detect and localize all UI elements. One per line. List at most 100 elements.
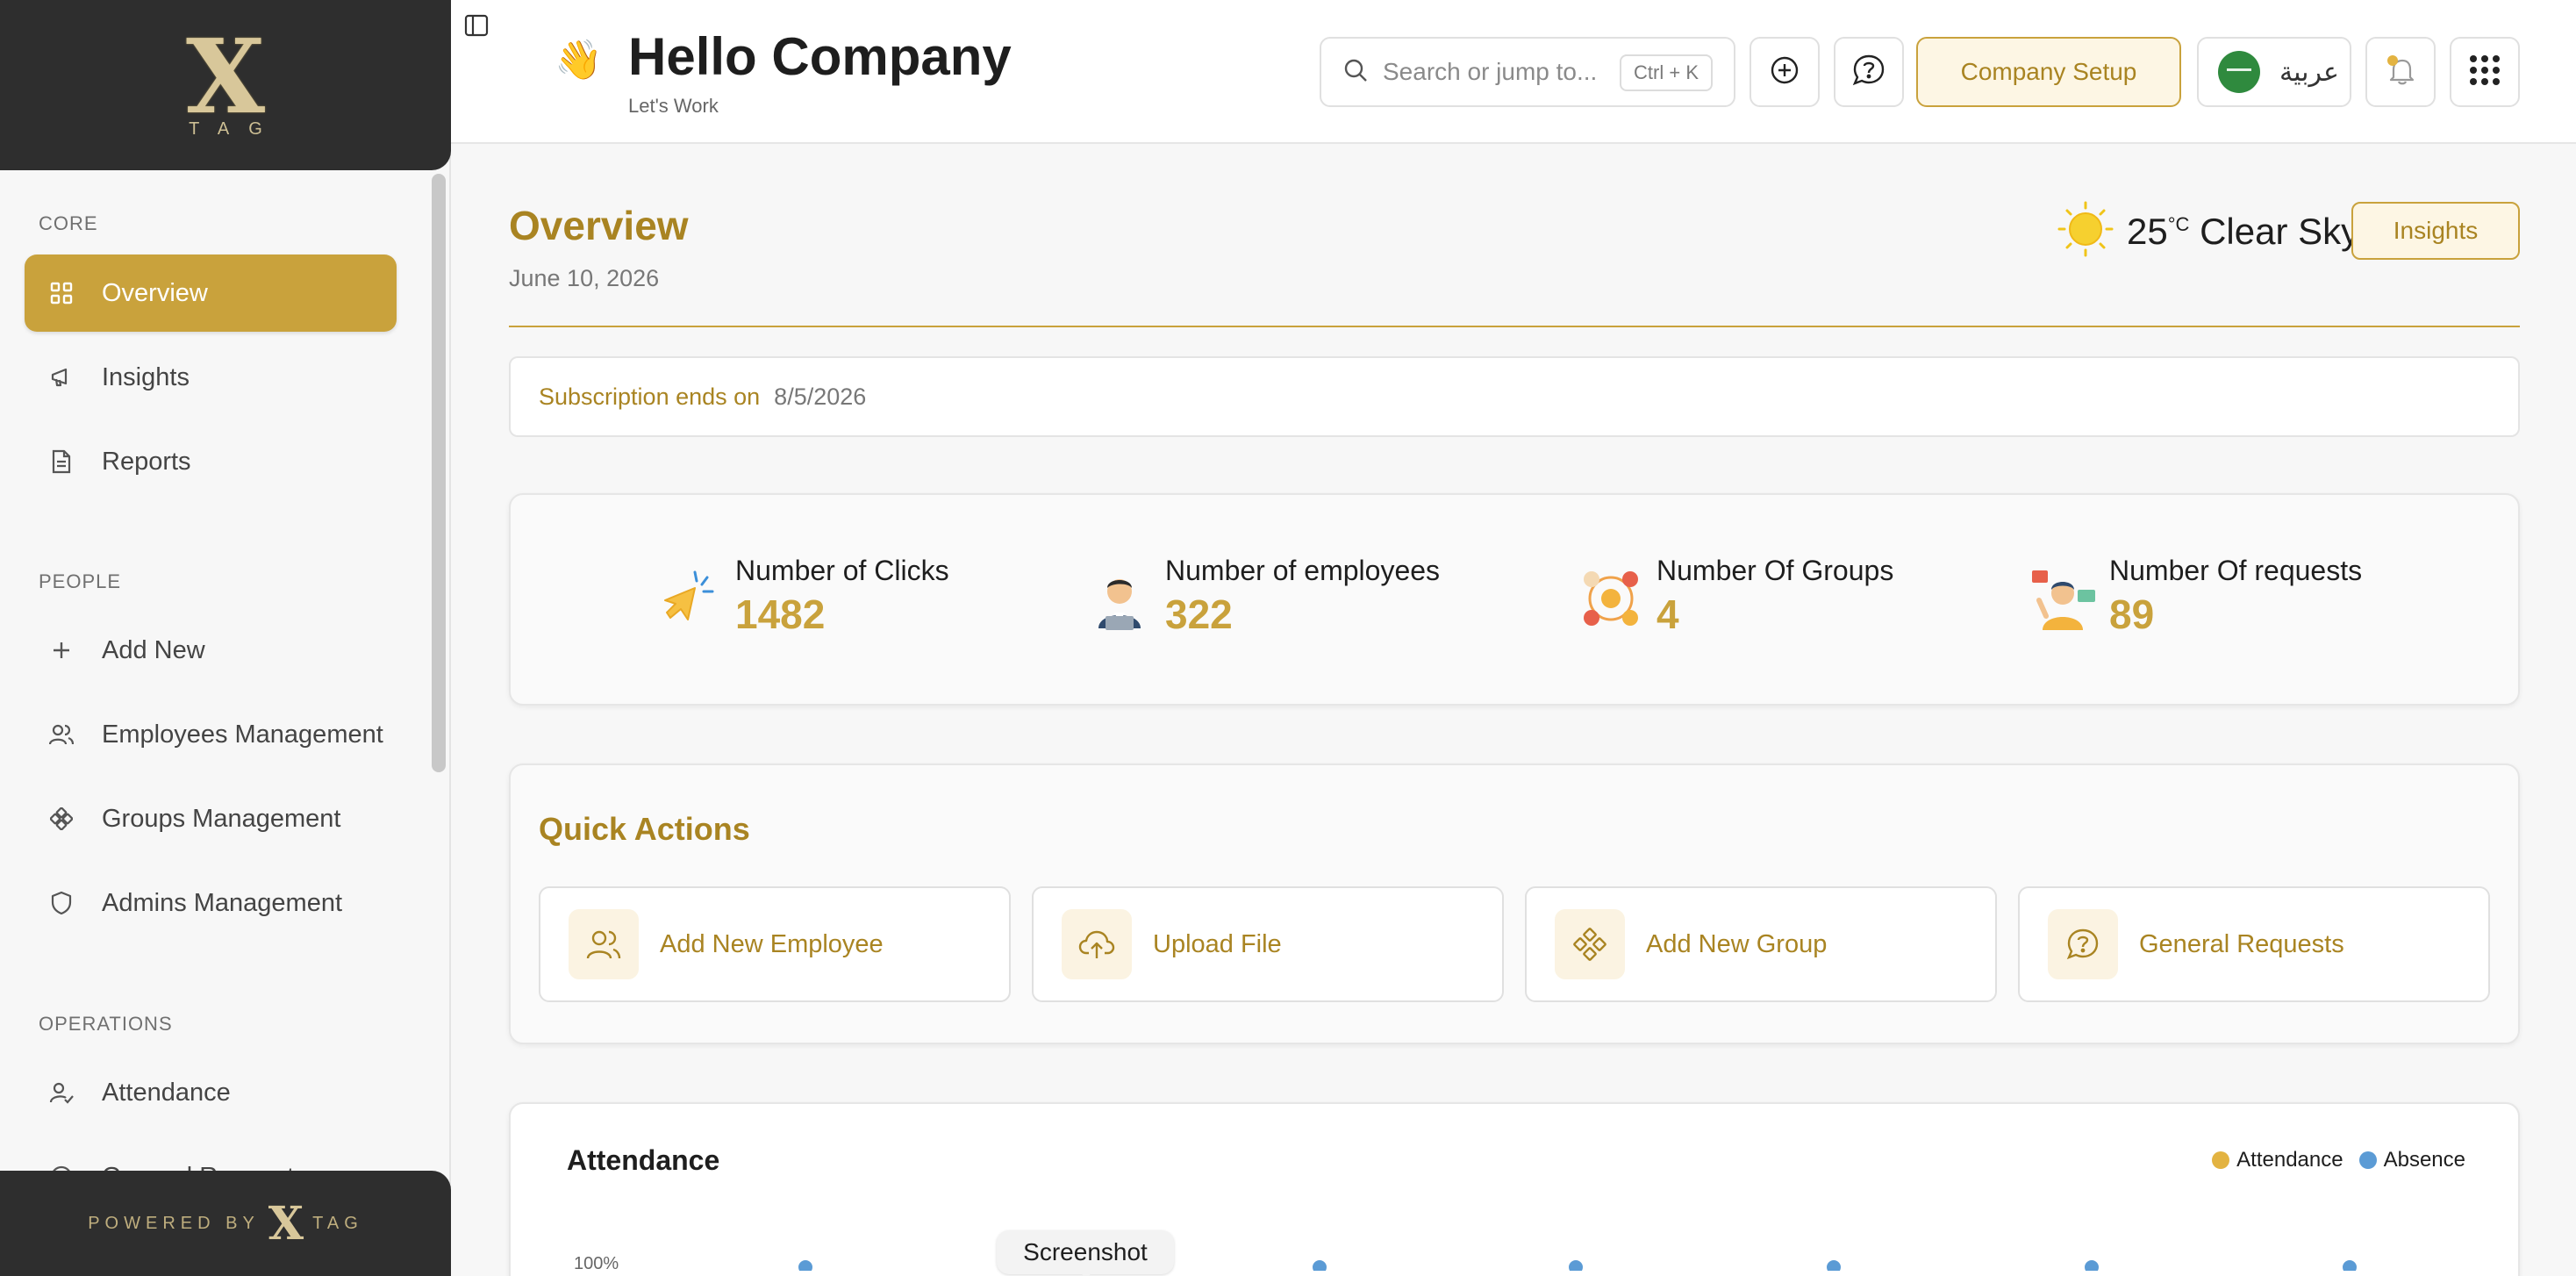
stat-clicks: Number of Clicks 1482 <box>656 555 949 638</box>
sidebar-item-general-requests[interactable]: General Requests <box>25 1138 397 1171</box>
legend-dot-absence <box>2358 1151 2377 1169</box>
help-chat-icon <box>1851 53 1886 92</box>
quick-action-label: Add New Group <box>1646 929 1828 958</box>
sidebar-item-groups-management[interactable]: Groups Management <box>25 780 397 857</box>
powered-by-mark: X <box>268 1196 304 1251</box>
sidebar-item-label: Groups Management <box>102 804 341 833</box>
sidebar: X TAG CORE Overview Insights Reports PEO… <box>0 0 451 1276</box>
header-divider <box>509 326 2520 327</box>
sidebar-item-attendance[interactable]: Attendance <box>25 1054 397 1131</box>
sidebar-item-label: General Requests <box>102 1163 307 1172</box>
section-label-core: CORE <box>39 212 98 234</box>
stat-label: Number of employees <box>1165 555 1441 586</box>
apps-menu-button[interactable] <box>2450 37 2520 107</box>
notifications-button[interactable] <box>2365 37 2436 107</box>
powered-by-word: TAG <box>312 1213 363 1233</box>
section-label-people: PEOPLE <box>39 570 122 592</box>
sidebar-toggle-icon[interactable] <box>463 12 490 43</box>
sidebar-item-label: Employees Management <box>102 720 383 749</box>
stat-value: 322 <box>1165 591 1233 637</box>
sidebar-item-overview[interactable]: Overview <box>25 254 397 332</box>
legend-dot-attendance <box>2212 1151 2230 1169</box>
sidebar-nav: CORE Overview Insights Reports PEOPLE Ad <box>0 170 425 1171</box>
sidebar-item-reports[interactable]: Reports <box>25 423 397 500</box>
users-icon <box>49 722 74 747</box>
attendance-title: Attendance <box>567 1144 720 1176</box>
logo-mark: X <box>185 17 265 137</box>
stat-value: 89 <box>2109 591 2155 637</box>
plus-circle-icon <box>1770 55 1800 90</box>
absence-point <box>798 1260 812 1271</box>
help-circle-icon <box>2048 909 2118 979</box>
stat-label: Number Of Groups <box>1657 555 1894 586</box>
groups-icon <box>49 806 74 831</box>
legend-label-absence: Absence <box>2383 1148 2465 1172</box>
screenshot-tooltip: Screenshot <box>997 1230 1174 1276</box>
sidebar-item-insights[interactable]: Insights <box>25 339 397 416</box>
sidebar-item-label: Insights <box>102 362 190 391</box>
bell-icon <box>2383 53 2418 92</box>
search-input[interactable] <box>1383 58 1611 86</box>
page-title: Overview <box>509 203 689 248</box>
quick-action-label: Add New Employee <box>660 929 884 958</box>
company-setup-button[interactable]: Company Setup <box>1916 37 2181 107</box>
logo-word: TAG <box>189 118 282 139</box>
support-chat-button[interactable] <box>1834 37 1904 107</box>
groups-network-icon <box>1578 565 1644 632</box>
add-button[interactable] <box>1750 37 1820 107</box>
quick-actions-title: Quick Actions <box>539 811 750 847</box>
attendance-card: Attendance Attendance Absence 100% <box>509 1102 2520 1276</box>
upload-file-button[interactable]: Upload File <box>1032 886 1504 1002</box>
temperature-unit: °C <box>2167 212 2190 235</box>
powered-by-footer: POWERED BY X TAG <box>0 1171 451 1276</box>
absence-point <box>1313 1260 1327 1271</box>
quick-actions-card: Quick Actions Add New Employee Upload Fi… <box>509 763 2520 1044</box>
section-label-operations: OPERATIONS <box>39 1013 173 1035</box>
absence-point <box>1569 1260 1583 1271</box>
add-new-group-button[interactable]: Add New Group <box>1525 886 1997 1002</box>
stats-card: Number of Clicks 1482 Number of employee… <box>509 493 2520 706</box>
page-greeting: Hello Company <box>628 27 1012 86</box>
legend-label-attendance: Attendance <box>2236 1148 2343 1172</box>
quick-action-label: General Requests <box>2139 929 2344 958</box>
stat-label: Number of Clicks <box>735 555 949 586</box>
stat-employees: Number of employees 322 <box>1086 555 1440 638</box>
apps-grid-icon <box>2468 54 2501 91</box>
grid-icon <box>49 281 74 305</box>
temperature-value: 25 <box>2127 210 2168 252</box>
subscription-label: Subscription ends on <box>539 383 761 410</box>
absence-point <box>2343 1260 2357 1271</box>
search-box[interactable]: Ctrl + K <box>1320 37 1735 107</box>
subscription-banner: Subscription ends on 8/5/2026 <box>509 356 2520 437</box>
sidebar-item-admins-management[interactable]: Admins Management <box>25 864 397 942</box>
insights-button[interactable]: Insights <box>2351 202 2520 260</box>
top-header: 👋 Hello Company Let's Work Ctrl + K Comp… <box>451 0 2576 144</box>
current-date: June 10, 2026 <box>509 265 660 291</box>
general-requests-button[interactable]: General Requests <box>2018 886 2490 1002</box>
users-icon <box>569 909 639 979</box>
requests-person-icon <box>2030 565 2097 632</box>
groups-icon <box>1555 909 1625 979</box>
language-switch-button[interactable]: عربية <box>2197 37 2351 107</box>
weather-temperature: 25°C Clear Sky <box>2127 211 2359 253</box>
plus-icon <box>49 638 74 663</box>
sidebar-item-label: Add New <box>102 635 205 664</box>
help-circle-icon <box>49 1165 74 1171</box>
sidebar-scrollbar-thumb[interactable] <box>432 174 446 772</box>
sidebar-item-label: Reports <box>102 447 191 476</box>
sun-icon <box>2057 200 2114 262</box>
sidebar-item-label: Attendance <box>102 1078 231 1107</box>
stat-groups: Number Of Groups 4 <box>1578 555 1893 638</box>
add-new-employee-button[interactable]: Add New Employee <box>539 886 1011 1002</box>
attendance-chart: 100% <box>574 1254 2357 1271</box>
employee-avatar-icon <box>1086 565 1153 632</box>
sidebar-item-label: Admins Management <box>102 888 343 917</box>
subscription-date: 8/5/2026 <box>774 383 867 410</box>
stat-value: 4 <box>1657 591 1679 637</box>
logo[interactable]: X TAG <box>0 0 451 170</box>
saudi-flag-icon <box>2218 51 2260 93</box>
wave-icon: 👋 <box>555 39 603 82</box>
absence-point <box>2085 1260 2099 1271</box>
sidebar-item-add-new[interactable]: Add New <box>25 612 397 689</box>
sidebar-item-employees-management[interactable]: Employees Management <box>25 696 397 773</box>
